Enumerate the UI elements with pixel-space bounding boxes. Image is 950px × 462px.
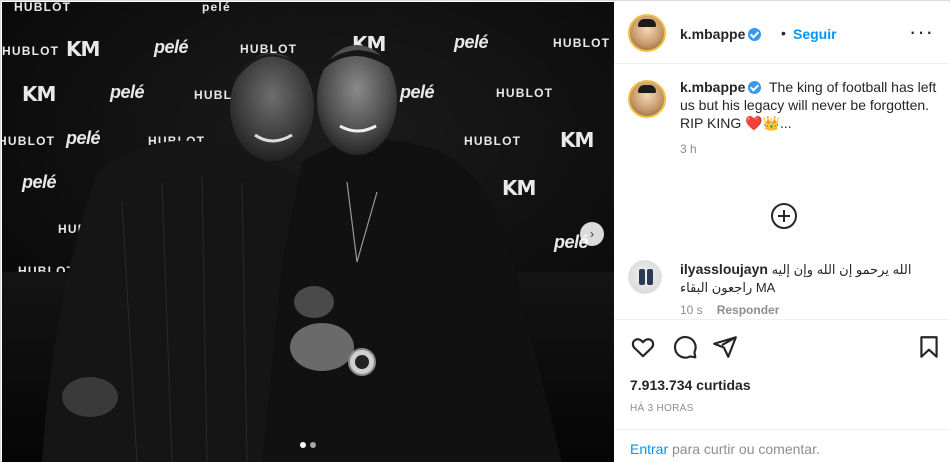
post-side-panel: k.mbappe • Seguir ··· k.mbappe The king …: [614, 2, 950, 462]
login-prompt-text: para curtir ou comentar.: [668, 441, 820, 457]
username-text: k.mbappe: [680, 26, 746, 42]
commenter-avatar[interactable]: [628, 260, 662, 294]
comment-timestamp[interactable]: 10 s: [680, 303, 703, 317]
verified-badge-icon: [748, 28, 762, 41]
avatar[interactable]: [628, 14, 666, 52]
crown-emoji-icon: 👑: [762, 115, 780, 131]
action-bar: [614, 319, 950, 371]
separator-dot: •: [781, 25, 786, 41]
comment-item: ilyassloujayn الله يرحمو إن الله وإن إلي…: [628, 260, 938, 318]
carousel-next-button[interactable]: ›: [580, 222, 604, 246]
reply-button[interactable]: Responder: [717, 303, 780, 317]
carousel-dots: [300, 442, 316, 448]
follow-button[interactable]: Seguir: [793, 26, 837, 42]
username-text: k.mbappe: [680, 79, 746, 95]
comment-meta: 10 s Responder: [680, 303, 938, 317]
post-photo[interactable]: HUBLOT pelé HUBLOT KM pelé HUBLOT KM pel…: [2, 2, 614, 462]
heart-outline-icon[interactable]: [630, 334, 656, 360]
caption-ellipsis: ...: [779, 115, 792, 131]
flag-text: MA: [755, 280, 776, 295]
caption-line-2: RIP KING: [680, 115, 742, 131]
post-time-ago[interactable]: HÁ 3 HORAS: [630, 403, 694, 414]
more-horizontal-icon[interactable]: ···: [909, 19, 934, 45]
caption-text: k.mbappe The king of football has left u…: [680, 78, 938, 132]
post-header: k.mbappe • Seguir ···: [614, 2, 950, 64]
header-username-link[interactable]: k.mbappe: [680, 26, 762, 42]
bookmark-icon[interactable]: [916, 334, 942, 360]
carousel-dot-active[interactable]: [300, 442, 306, 448]
carousel-dot[interactable]: [310, 442, 316, 448]
portrait-figures: [42, 45, 562, 462]
red-heart-emoji-icon: ❤️: [745, 115, 763, 131]
avatar[interactable]: [628, 80, 666, 118]
login-link[interactable]: Entrar: [630, 441, 668, 457]
comment-icon[interactable]: [672, 334, 698, 360]
likes-count[interactable]: 7.913.734 curtidas: [630, 377, 751, 393]
comment-username-link[interactable]: ilyassloujayn: [680, 261, 768, 277]
caption-username-link[interactable]: k.mbappe: [680, 79, 762, 95]
comment-text: ilyassloujayn الله يرحمو إن الله وإن إلي…: [680, 260, 938, 297]
post-caption: k.mbappe The king of football has left u…: [628, 78, 938, 156]
send-icon[interactable]: [712, 334, 738, 360]
login-prompt: Entrar para curtir ou comentar.: [614, 429, 950, 462]
post-modal: HUBLOT pelé HUBLOT KM pelé HUBLOT KM pel…: [0, 0, 950, 462]
load-more-comments-icon[interactable]: [771, 203, 797, 229]
verified-badge-icon: [748, 81, 762, 94]
caption-timestamp[interactable]: 3 h: [680, 142, 938, 156]
